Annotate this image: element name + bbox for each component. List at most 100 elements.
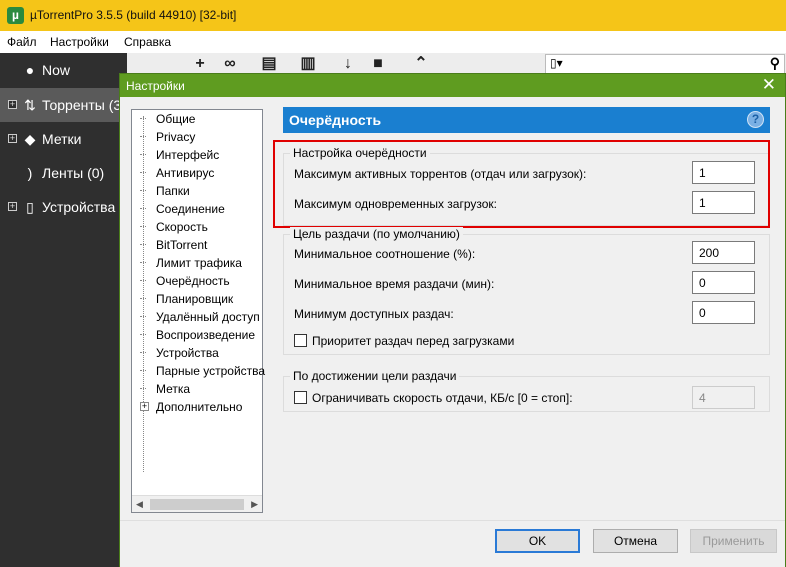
stop-icon[interactable]: ■ <box>367 54 389 74</box>
document-icon[interactable]: ▯▾ <box>550 56 563 70</box>
priority-checkbox[interactable] <box>294 334 307 347</box>
device-icon: ▯ <box>26 199 34 215</box>
sidebar-item-labels[interactable]: + ◆ Метки <box>0 122 127 156</box>
sidebar-item-label: Устройства ( <box>42 199 124 215</box>
min-seeds-label: Минимум доступных раздач: <box>294 307 454 321</box>
group-label: Цель раздачи (по умолчанию) <box>290 227 463 241</box>
create-torrent-icon[interactable]: ▤ <box>258 54 280 74</box>
sidebar-item-label: Now <box>42 62 71 78</box>
sidebar-item-label: Метки <box>42 131 82 147</box>
min-time-input[interactable]: 0 <box>692 271 755 294</box>
tree-item-label: Удалённый доступ <box>156 310 260 324</box>
delete-icon[interactable]: ▥ <box>297 54 319 74</box>
up-icon[interactable]: ⌃ <box>410 54 432 74</box>
download-icon[interactable]: ↓ <box>337 54 359 74</box>
rss-icon: ) <box>27 165 33 181</box>
tree-item-label: Антивирус <box>156 166 215 180</box>
tree-item-paired-devices[interactable]: Парные устройства <box>132 362 266 380</box>
tree-item-connection[interactable]: Соединение <box>132 200 262 218</box>
limit-upload-input[interactable]: 4 <box>692 386 755 409</box>
page-title: Очерёдность <box>289 112 382 128</box>
tree-item-playback[interactable]: Воспроизведение <box>132 326 262 344</box>
tree-item-interface[interactable]: Интерфейс <box>132 146 262 164</box>
horizontal-scrollbar[interactable]: ◀ ▶ <box>132 495 262 512</box>
scroll-left-icon[interactable]: ◀ <box>136 499 143 510</box>
scroll-thumb[interactable] <box>150 499 244 510</box>
window-title: µTorrentPro 3.5.5 (build 44910) [32-bit] <box>30 8 237 22</box>
min-ratio-input[interactable]: 200 <box>692 241 755 264</box>
tree-item-scheduler[interactable]: Планировщик <box>132 290 262 308</box>
highlight-frame <box>273 140 770 228</box>
utorrent-logo-icon: µ <box>7 7 24 24</box>
add-link-icon[interactable]: ∞ <box>219 54 241 74</box>
tree-item-general[interactable]: Общие <box>132 110 262 128</box>
settings-dialog: Настройки ✕ Общие Privacy Интерфейс Анти… <box>119 73 786 567</box>
tree-item-label: Воспроизведение <box>156 328 256 342</box>
expand-icon[interactable]: + <box>140 402 149 411</box>
menu-help[interactable]: Справка <box>124 35 171 49</box>
sidebar-item-feeds[interactable]: ) Ленты (0) <box>0 156 127 190</box>
priority-label[interactable]: Приоритет раздач перед загрузками <box>312 334 514 348</box>
tree-item-privacy[interactable]: Privacy <box>132 128 262 146</box>
tree-item-label: Очерёдность <box>156 274 230 288</box>
tree-item-label: BitTorrent <box>156 238 208 252</box>
tree-item-bittorrent[interactable]: BitTorrent <box>132 236 262 254</box>
cancel-button[interactable]: Отмена <box>593 529 678 553</box>
menu-bar: Файл Настройки Справка <box>0 31 786 53</box>
add-torrent-icon[interactable]: + <box>189 54 211 74</box>
sidebar-item-now[interactable]: ● Now <box>0 53 127 87</box>
tree-item-folders[interactable]: Папки <box>132 182 262 200</box>
tree-item-label: Папки <box>156 184 190 198</box>
settings-tree: Общие Privacy Интерфейс Антивирус Папки … <box>131 109 266 513</box>
tree-item-label: Интерфейс <box>156 148 220 162</box>
limit-upload-label[interactable]: Ограничивать скорость отдачи, КБ/с [0 = … <box>312 391 573 405</box>
tree-item-queueing[interactable]: Очерёдность <box>132 272 262 290</box>
tree-item-label: Дополнительно <box>156 400 243 414</box>
sidebar-item-label: Торренты (3 <box>42 97 122 113</box>
expand-icon[interactable]: + <box>8 100 17 109</box>
torrents-icon: ⇅ <box>24 97 36 113</box>
tree-item-devices[interactable]: Устройства <box>132 344 262 362</box>
expand-icon[interactable]: + <box>8 202 17 211</box>
apply-button[interactable]: Применить <box>690 529 777 553</box>
tree-item-label: Лимит трафика <box>156 256 242 270</box>
sidebar-item-torrents[interactable]: + ⇅ Торренты (3 <box>0 88 127 122</box>
group-label: По достижении цели раздачи <box>290 369 460 383</box>
now-icon: ● <box>25 62 35 78</box>
tree-item-speed[interactable]: Скорость <box>132 218 262 236</box>
sidebar-item-devices[interactable]: + ▯ Устройства ( <box>0 190 127 224</box>
scroll-right-icon[interactable]: ▶ <box>251 499 258 510</box>
tree-item-label: Парные устройства <box>156 364 266 378</box>
close-icon[interactable]: ✕ <box>762 75 776 95</box>
toolbar: + ∞ ▤ ▥ ↓ ■ ⌃ ▯▾ ⚲ <box>127 53 786 75</box>
tree-item-advanced[interactable]: + Дополнительно <box>132 398 262 416</box>
tree-item-label: Соединение <box>156 202 225 216</box>
search-icon[interactable]: ⚲ <box>770 55 780 72</box>
tree-item-label: Общие <box>156 112 196 126</box>
tree-item-label: Устройства <box>156 346 219 360</box>
search-box[interactable]: ▯▾ ⚲ <box>545 54 785 75</box>
tree-item-label: Privacy <box>156 130 196 144</box>
window-title-bar: µ µTorrentPro 3.5.5 (build 44910) [32-bi… <box>0 0 786 31</box>
min-seeds-input[interactable]: 0 <box>692 301 755 324</box>
dialog-title: Настройки <box>126 79 185 93</box>
tree-item-remote[interactable]: Удалённый доступ <box>132 308 262 326</box>
dialog-footer <box>120 520 785 567</box>
min-time-label: Минимальное время раздачи (мин): <box>294 277 495 291</box>
tag-icon: ◆ <box>24 131 36 147</box>
min-ratio-label: Минимальное соотношение (%): <box>294 247 476 261</box>
tree-item-label-settings[interactable]: Метка <box>132 380 262 398</box>
tree-item-traffic-limit[interactable]: Лимит трафика <box>132 254 262 272</box>
ok-button[interactable]: OK <box>495 529 580 553</box>
tree-item-antivirus[interactable]: Антивирус <box>132 164 262 182</box>
menu-settings[interactable]: Настройки <box>50 35 109 49</box>
help-icon[interactable]: ? <box>747 111 764 128</box>
sidebar: ● Now + ⇅ Торренты (3 + ◆ Метки ) Ленты … <box>0 53 127 567</box>
tree-item-label: Метка <box>156 382 191 396</box>
limit-upload-checkbox[interactable] <box>294 391 307 404</box>
tree-item-label: Планировщик <box>156 292 234 306</box>
dialog-title-bar: Настройки ✕ <box>120 74 785 97</box>
sidebar-item-label: Ленты (0) <box>42 165 105 181</box>
expand-icon[interactable]: + <box>8 134 17 143</box>
menu-file[interactable]: Файл <box>7 35 37 49</box>
